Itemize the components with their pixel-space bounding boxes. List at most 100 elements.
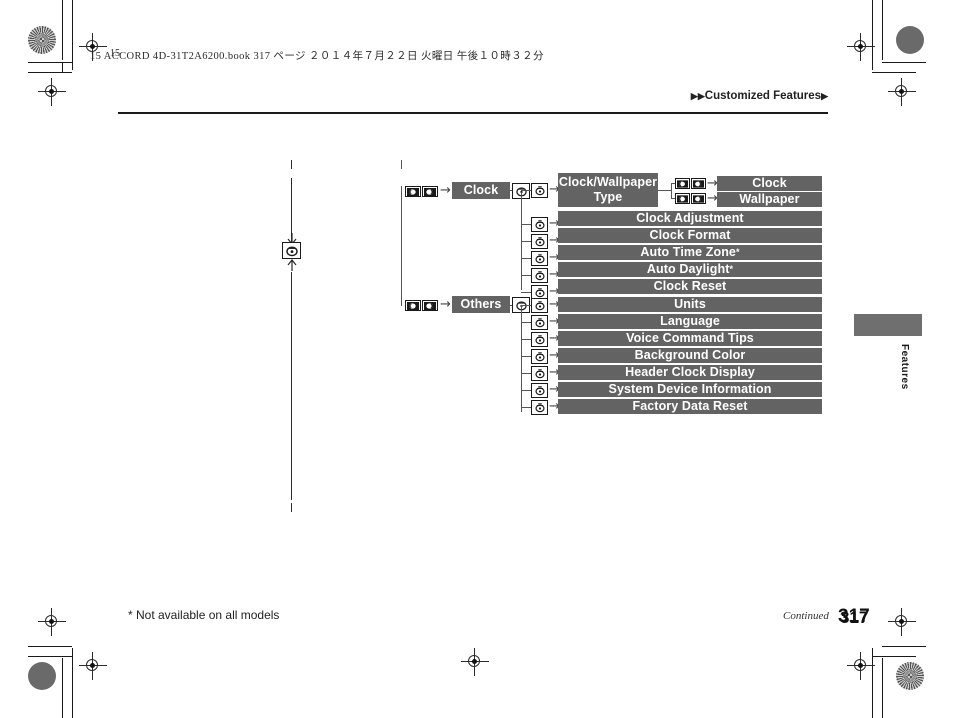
connector [671, 183, 676, 184]
connector [521, 407, 532, 408]
thumb-tab [854, 314, 922, 336]
continued-label: Continued [783, 610, 829, 622]
connector [521, 305, 532, 306]
arrow-icon: → [549, 284, 560, 299]
node-clock-format[interactable]: Clock Format [558, 228, 822, 243]
arrow-icon: → [549, 267, 560, 282]
sub-entry-icons-wallpaper [675, 193, 706, 204]
page-number: 317 [838, 606, 870, 627]
footnote-marker: * [736, 247, 740, 258]
clock-children-rail [521, 192, 522, 290]
node-clock-reset[interactable]: Clock Reset [558, 279, 822, 294]
node-factory-data-reset[interactable]: Factory Data Reset [558, 399, 822, 414]
node-auto-daylight[interactable]: Auto Daylight * [558, 262, 822, 277]
selector-left-icon [405, 186, 421, 197]
registration-target [79, 652, 107, 680]
knob-icon [531, 400, 548, 415]
halftone-target [896, 662, 924, 690]
footnote-text: * Not available on all models [128, 608, 280, 622]
node-clock[interactable]: Clock [452, 182, 510, 199]
trim-mark [882, 646, 926, 647]
menu-button-icon [512, 183, 530, 199]
connector [521, 356, 532, 357]
node-header-clock-display[interactable]: Header Clock Display [558, 365, 822, 380]
book-header-text: 15 ACCORD 4D-31T2A6200.book 317 ページ ２０１４… [90, 51, 544, 62]
node-language[interactable]: Language [558, 314, 822, 329]
registration-target [847, 652, 875, 680]
running-head-label: Customized Features [704, 90, 822, 102]
arrow-icon: → [549, 348, 560, 363]
knob-icon-spine [282, 242, 301, 259]
arrow-icon: → [549, 314, 560, 329]
solid-target [896, 26, 924, 54]
registration-target [847, 33, 875, 61]
solid-target [28, 662, 56, 690]
selector-right-icon [691, 193, 706, 204]
arrow-icon: → [549, 365, 560, 380]
footnote-marker: * [729, 264, 734, 275]
connector [521, 258, 532, 259]
registration-target [38, 608, 66, 636]
selector-right-icon [422, 186, 438, 197]
trim-mark [62, 0, 63, 60]
selector-right-icon [422, 300, 438, 311]
arrow-icon: → [549, 250, 560, 265]
node-auto-time-zone[interactable]: Auto Time Zone * [558, 245, 822, 260]
selector-right-icon [691, 178, 706, 189]
selector-left-icon [675, 193, 690, 204]
spine-indicator [282, 160, 301, 512]
spine-tick-bottom [291, 503, 292, 512]
registration-target [888, 78, 916, 106]
connector [521, 224, 532, 225]
trim-mark [28, 656, 72, 657]
arrow-icon: → [549, 233, 560, 248]
node-clock-adjustment[interactable]: Clock Adjustment [558, 211, 822, 226]
header-rule [118, 112, 828, 114]
spine-tick-top [291, 160, 292, 169]
arrow-icon: → [549, 399, 560, 414]
trim-mark [28, 646, 72, 647]
others-branch-entry-icons [405, 300, 438, 311]
knob-icon [531, 332, 548, 347]
trim-mark [872, 656, 916, 657]
arrow-icon: → [549, 297, 560, 312]
knob-icon [531, 366, 548, 381]
selector-left-icon [675, 178, 690, 189]
connector [521, 292, 532, 293]
node-clock-sub[interactable]: Clock [717, 176, 822, 191]
thumb-tab-label: Features [899, 344, 910, 390]
arrow-icon: → [549, 216, 560, 231]
arrow-icon: → [549, 182, 560, 197]
trim-mark [882, 0, 883, 60]
knob-icon [531, 217, 548, 232]
node-others[interactable]: Others [452, 296, 510, 313]
subbranch-rail [671, 183, 672, 199]
node-background-color[interactable]: Background Color [558, 348, 822, 363]
knob-icon [531, 315, 548, 330]
node-clock-wallpaper-type[interactable]: Clock/Wallpaper Type [558, 173, 658, 207]
node-wallpaper-sub[interactable]: Wallpaper [717, 192, 822, 207]
node-voice-command-tips[interactable]: Voice Command Tips [558, 331, 822, 346]
triangle-right-icon: ▶ [821, 90, 828, 101]
node-label-line2: Type [593, 190, 623, 204]
sub-entry-icons-clock [675, 178, 706, 189]
trim-mark [882, 658, 883, 718]
connector [521, 339, 532, 340]
knob-icon [531, 183, 548, 198]
knob-icon [531, 234, 548, 249]
arrow-to-clock: → [440, 183, 451, 198]
connector [521, 241, 532, 242]
connector [658, 190, 672, 191]
connector [510, 305, 520, 306]
trunk-vertical [401, 186, 402, 306]
arrow-icon: → [549, 382, 560, 397]
trim-mark [62, 62, 63, 72]
spine-segment-lower [291, 272, 292, 500]
trim-mark [882, 62, 926, 63]
arrow-icon: → [707, 191, 718, 206]
trim-mark [72, 648, 73, 718]
node-system-device-information[interactable]: System Device Information [558, 382, 822, 397]
node-units[interactable]: Units [558, 297, 822, 312]
arrow-to-others: → [440, 297, 451, 312]
connector [521, 190, 532, 191]
